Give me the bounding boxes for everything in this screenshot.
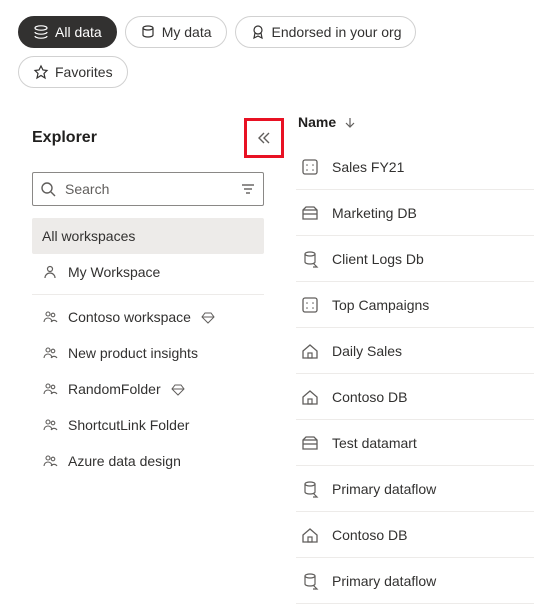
- group-icon: [42, 381, 58, 397]
- list-item[interactable]: Marketing DB: [296, 190, 534, 236]
- house-icon: [300, 387, 320, 407]
- filter-label: All data: [55, 24, 102, 40]
- gem-icon: [171, 382, 185, 396]
- group-icon: [42, 417, 58, 433]
- list-item-label: Daily Sales: [332, 343, 402, 359]
- workspace-item[interactable]: New product insights: [32, 335, 264, 371]
- filter-label: Favorites: [55, 64, 113, 80]
- dataflow-icon: [300, 571, 320, 591]
- list-item[interactable]: Client Logs Db: [296, 236, 534, 282]
- list-item-label: Contoso DB: [332, 389, 407, 405]
- dataset-icon: [300, 295, 320, 315]
- list-item-label: Primary dataflow: [332, 481, 436, 497]
- list-item[interactable]: Sales FY21: [296, 144, 534, 190]
- filter-endorsed[interactable]: Endorsed in your org: [235, 16, 417, 48]
- list-item[interactable]: Contoso DB: [296, 512, 534, 558]
- workspace-label: All workspaces: [42, 228, 135, 244]
- workspace-label: Contoso workspace: [68, 309, 191, 325]
- list-item[interactable]: Daily Sales: [296, 328, 534, 374]
- data-list-panel: Name Sales FY21 Marketing DB Client Logs…: [278, 100, 546, 604]
- collapse-button[interactable]: [244, 118, 284, 158]
- list-item-label: Sales FY21: [332, 159, 404, 175]
- house-icon: [300, 525, 320, 545]
- list-item[interactable]: Primary dataflow: [296, 558, 534, 604]
- list-item-label: Test datamart: [332, 435, 417, 451]
- person-icon: [42, 264, 58, 280]
- explorer-panel: Explorer All workspaces My Workspace Con…: [18, 100, 278, 604]
- list-item-label: Marketing DB: [332, 205, 417, 221]
- list-item-label: Contoso DB: [332, 527, 407, 543]
- house-icon: [300, 341, 320, 361]
- group-icon: [42, 309, 58, 325]
- list-item[interactable]: Primary dataflow: [296, 466, 534, 512]
- group-icon: [42, 453, 58, 469]
- search-input[interactable]: [32, 172, 264, 206]
- workspace-label: My Workspace: [68, 264, 160, 280]
- workspace-item[interactable]: ShortcutLink Folder: [32, 407, 264, 443]
- filter-icon[interactable]: [240, 181, 256, 197]
- workspace-item[interactable]: My Workspace: [32, 254, 264, 290]
- workspace-label: ShortcutLink Folder: [68, 417, 189, 433]
- list-item-label: Primary dataflow: [332, 573, 436, 589]
- list-item-label: Top Campaigns: [332, 297, 429, 313]
- filter-all-data[interactable]: All data: [18, 16, 117, 48]
- search-field-wrap: [32, 172, 264, 206]
- list-item-label: Client Logs Db: [332, 251, 424, 267]
- gem-icon: [201, 310, 215, 324]
- stack-icon: [33, 24, 49, 40]
- dataset-icon: [300, 157, 320, 177]
- workspace-item[interactable]: Contoso workspace: [32, 299, 264, 335]
- sort-down-icon: [344, 116, 356, 128]
- chevrons-left-icon: [256, 130, 272, 146]
- dataflow-icon: [300, 249, 320, 269]
- workspace-list: All workspaces My Workspace Contoso work…: [18, 218, 278, 479]
- dataflow-icon: [300, 479, 320, 499]
- search-icon: [40, 181, 56, 197]
- explorer-title: Explorer: [32, 129, 97, 147]
- column-label: Name: [298, 114, 336, 130]
- list-item[interactable]: Top Campaigns: [296, 282, 534, 328]
- workspace-label: RandomFolder: [68, 381, 161, 397]
- workspace-item[interactable]: Azure data design: [32, 443, 264, 479]
- divider: [32, 294, 264, 295]
- workspace-label: New product insights: [68, 345, 198, 361]
- filter-bar: All data My data Endorsed in your org Fa…: [0, 0, 546, 100]
- list-item[interactable]: Contoso DB: [296, 374, 534, 420]
- filter-favorites[interactable]: Favorites: [18, 56, 128, 88]
- list-item[interactable]: Test datamart: [296, 420, 534, 466]
- column-header-name[interactable]: Name: [296, 100, 534, 144]
- workspace-all[interactable]: All workspaces: [32, 218, 264, 254]
- ribbon-icon: [250, 24, 266, 40]
- workspace-item[interactable]: RandomFolder: [32, 371, 264, 407]
- filter-label: Endorsed in your org: [272, 24, 402, 40]
- filter-my-data[interactable]: My data: [125, 16, 227, 48]
- cylinder-icon: [140, 24, 156, 40]
- star-icon: [33, 64, 49, 80]
- datamart-icon: [300, 203, 320, 223]
- workspace-label: Azure data design: [68, 453, 181, 469]
- group-icon: [42, 345, 58, 361]
- filter-label: My data: [162, 24, 212, 40]
- datamart-icon: [300, 433, 320, 453]
